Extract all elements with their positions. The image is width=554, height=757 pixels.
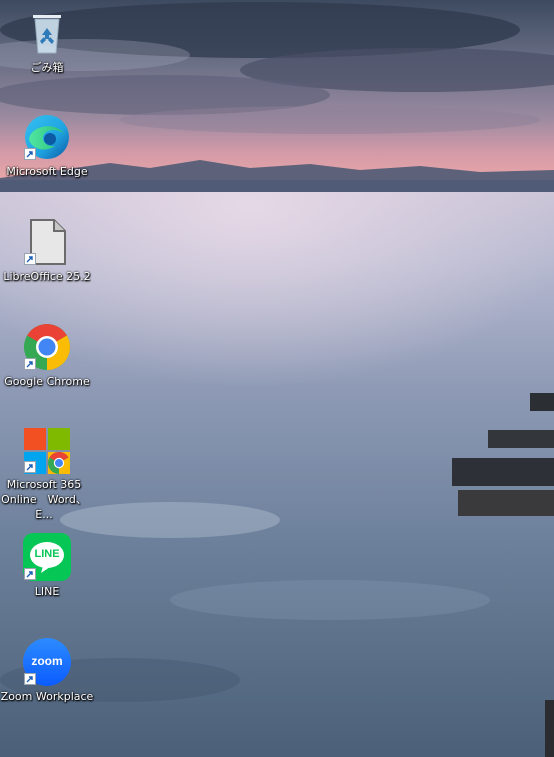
shortcut-arrow-icon bbox=[24, 253, 36, 265]
desktop-icon-line[interactable]: LINE LINE bbox=[0, 526, 94, 626]
desktop-icon-label: Microsoft Edge bbox=[6, 165, 88, 178]
shortcut-arrow-icon bbox=[24, 673, 36, 685]
desktop-icon-chrome[interactable]: Google Chrome bbox=[0, 316, 94, 416]
line-icon: LINE bbox=[22, 532, 72, 582]
line-logo-text: LINE bbox=[34, 548, 60, 560]
edge-icon bbox=[22, 112, 72, 162]
shortcut-arrow-icon bbox=[24, 568, 36, 580]
desktop-icon-label: ごみ箱 bbox=[30, 61, 64, 74]
desktop-icon-label: LINE bbox=[34, 585, 60, 598]
microsoft-365-icon bbox=[22, 427, 72, 475]
desktop-icon-label: Google Chrome bbox=[4, 375, 90, 388]
shortcut-arrow-icon bbox=[24, 461, 36, 473]
zoom-logo-text: zoom bbox=[31, 654, 63, 668]
shortcut-arrow-icon bbox=[24, 148, 36, 160]
desktop-icon-microsoft-365[interactable]: Microsoft 365 Online Word、E... bbox=[0, 421, 94, 521]
zoom-icon: zoom bbox=[22, 637, 72, 687]
shortcut-arrow-icon bbox=[24, 358, 36, 370]
libreoffice-icon bbox=[22, 217, 72, 267]
desktop-icon-recycle-bin[interactable]: ごみ箱 bbox=[0, 2, 94, 102]
desktop-icon-label: Zoom Workplace bbox=[0, 690, 94, 703]
recycle-bin-icon bbox=[22, 8, 72, 58]
desktop-icon-libreoffice[interactable]: LibreOffice 25.2 bbox=[0, 211, 94, 311]
desktop-icon-label: Microsoft 365 Online Word、E... bbox=[1, 478, 87, 521]
desktop-icon-edge[interactable]: Microsoft Edge bbox=[0, 106, 94, 206]
desktop-icon-zoom[interactable]: zoom Zoom Workplace bbox=[0, 631, 94, 731]
desktop-icon-label: LibreOffice 25.2 bbox=[3, 270, 91, 283]
desktop[interactable]: ごみ箱 Microsoft Edge LibreOffice 25.2 Goog… bbox=[0, 0, 554, 757]
chrome-icon bbox=[22, 322, 72, 372]
